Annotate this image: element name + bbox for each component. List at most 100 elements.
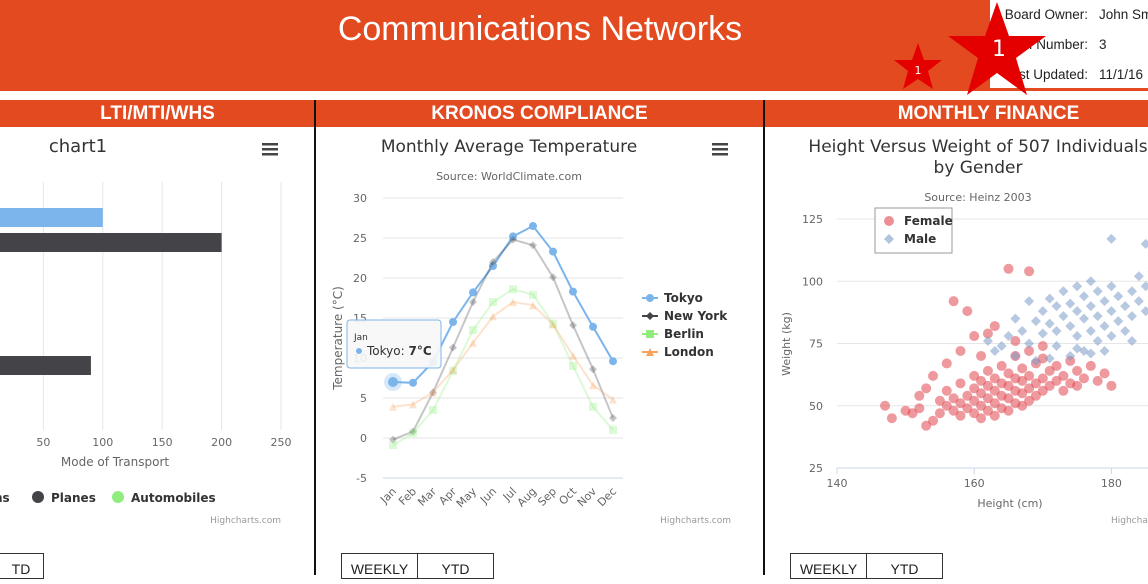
legend-marker [646, 294, 654, 302]
star-badge-small[interactable]: 1 [893, 42, 943, 92]
data-point [1134, 296, 1144, 306]
x-tick-label: 140 [827, 477, 848, 490]
legend-label: Berlin [664, 327, 704, 341]
data-point [1031, 316, 1041, 326]
x-axis-label: Mode of Transport [61, 455, 169, 469]
data-point [1106, 234, 1116, 244]
data-point [1086, 361, 1096, 371]
data-point [1113, 316, 1123, 326]
data-point [469, 298, 477, 306]
x-tick-label: 250 [271, 436, 292, 449]
hamburger-icon[interactable] [262, 143, 278, 156]
legend-label: Automobiles [131, 491, 216, 505]
data-point [1045, 319, 1055, 329]
x-tick-label: Jun [477, 485, 499, 507]
data-point [976, 413, 986, 423]
x-tick-label: May [454, 485, 480, 511]
x-tick-label: Sep [535, 485, 559, 509]
data-point [549, 248, 557, 256]
weekly-button[interactable]: WEEKLY [342, 554, 417, 578]
tooltip-series: Tokyo: 7°C [366, 344, 432, 358]
ytd-button[interactable]: TD [0, 554, 43, 578]
data-point [990, 411, 1000, 421]
data-point [569, 288, 577, 296]
data-point [1141, 239, 1148, 249]
data-point [962, 306, 972, 316]
data-point [1024, 266, 1034, 276]
data-point [429, 406, 437, 414]
chart-title: chart1 [49, 136, 107, 157]
x-tick-label: Dec [595, 485, 619, 509]
data-point [1100, 321, 1110, 331]
data-point [1093, 376, 1103, 386]
legend-label: Tokyo [664, 291, 703, 305]
x-tick-label: 180 [1101, 477, 1122, 490]
data-point [1086, 301, 1096, 311]
data-point [1134, 271, 1144, 281]
ytd-button[interactable]: YTD [417, 554, 493, 578]
data-point [1079, 314, 1089, 324]
data-point [1045, 294, 1055, 304]
x-tick-label: 150 [152, 436, 173, 449]
info-value: 11/1/16 [1099, 67, 1143, 82]
data-point [1072, 381, 1082, 391]
y-tick-label: 25 [809, 462, 823, 475]
data-point [1086, 326, 1096, 336]
bar [0, 208, 103, 227]
hamburger-icon[interactable] [712, 143, 728, 156]
data-point [1004, 406, 1014, 416]
legend-marker [32, 491, 44, 503]
line-chart: Monthly Average TemperatureSource: World… [316, 100, 763, 575]
data-point [1072, 366, 1082, 376]
period-toggle-left: TD [0, 553, 44, 579]
data-point [609, 426, 617, 434]
page-header: Communications Networks Board Owner: Joh… [0, 0, 1148, 91]
data-point [1065, 299, 1075, 309]
weekly-button[interactable]: WEEKLY [791, 554, 866, 578]
bar [0, 233, 222, 252]
legend-label: Planes [51, 491, 96, 505]
data-point [509, 285, 517, 293]
chart-credits: Highcharts.com [210, 516, 281, 526]
y-tick-label: 50 [809, 400, 823, 413]
chart-subtitle: Source: Heinz 2003 [924, 191, 1031, 204]
legend-label: Male [904, 232, 936, 246]
data-point [1113, 291, 1123, 301]
panel-finance: MONTHLY FINANCE Height Versus Weight of … [765, 100, 1148, 575]
data-point [1120, 301, 1130, 311]
info-value: 3 [1099, 37, 1107, 52]
data-point [1072, 331, 1082, 341]
data-point [928, 371, 938, 381]
chart-title: Monthly Average Temperature [381, 137, 637, 157]
ytd-button[interactable]: YTD [866, 554, 942, 578]
data-point [990, 321, 1000, 331]
x-axis-label: Height (cm) [977, 497, 1042, 510]
x-tick-label: 200 [211, 436, 232, 449]
star-badge-large-label: 1 [992, 37, 1006, 62]
data-point [955, 378, 965, 388]
y-tick-label: 75 [809, 338, 823, 351]
data-point [1052, 326, 1062, 336]
data-point [1100, 368, 1110, 378]
data-point [409, 429, 417, 437]
data-point [1127, 286, 1137, 296]
data-point [914, 391, 924, 401]
tooltip-header: Jan [353, 333, 368, 343]
data-point [609, 414, 617, 422]
hover-point [388, 377, 398, 387]
data-point [1100, 296, 1110, 306]
data-point [529, 222, 537, 230]
legend-marker [646, 312, 654, 320]
data-point [569, 362, 577, 370]
data-point [955, 411, 965, 421]
data-point [928, 416, 938, 426]
star-badge-large[interactable]: 1 [945, 0, 1049, 98]
data-point [1079, 373, 1089, 383]
data-point [1024, 296, 1034, 306]
data-point [409, 379, 417, 387]
data-point [569, 321, 577, 329]
y-tick-label: 125 [802, 213, 823, 226]
data-point [969, 331, 979, 341]
data-point [1052, 341, 1062, 351]
data-point [589, 365, 597, 373]
